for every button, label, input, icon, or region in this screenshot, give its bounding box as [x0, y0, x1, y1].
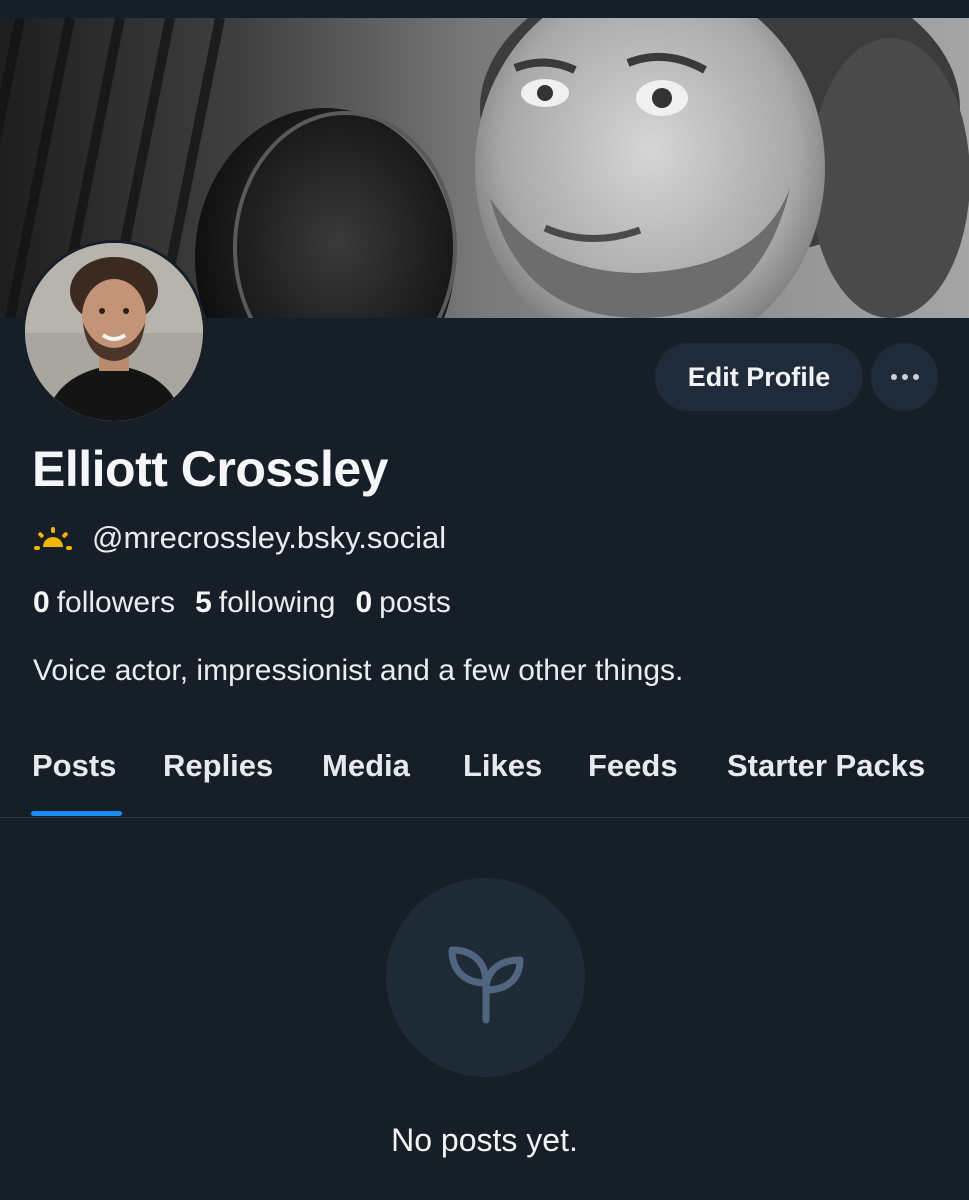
tab-feeds[interactable]: Feeds: [588, 748, 678, 784]
edit-profile-button[interactable]: Edit Profile: [655, 343, 863, 411]
posts-label: posts: [379, 586, 451, 619]
tab-posts[interactable]: Posts: [32, 748, 116, 784]
seedling-icon: [448, 946, 523, 1023]
tab-replies[interactable]: Replies: [163, 748, 273, 784]
posts-count: 0: [355, 586, 373, 619]
followers-label: followers: [56, 586, 176, 619]
sunrise-icon: [34, 527, 72, 550]
empty-state-message: No posts yet.: [391, 1122, 578, 1158]
ellipsis-icon: [890, 374, 919, 380]
following-label: following: [218, 586, 336, 619]
display-name: Elliott Crossley: [32, 441, 389, 497]
following-stat[interactable]: 5 following: [195, 586, 335, 620]
tab-media[interactable]: Media: [322, 748, 410, 784]
following-count: 5: [195, 586, 212, 619]
followers-stat[interactable]: 0 followers: [33, 586, 175, 620]
handle-row: @mrecrossley.bsky.social: [34, 520, 446, 556]
handle[interactable]: @mrecrossley.bsky.social: [92, 520, 446, 556]
avatar-photo: [25, 243, 203, 421]
more-options-button[interactable]: [871, 343, 938, 411]
empty-state-icon-circle: [386, 878, 585, 1077]
profile-page: Edit Profile Elliott Crossley @mrecrossl…: [0, 0, 969, 1200]
posts-stat: 0 posts: [355, 586, 450, 620]
active-tab-indicator: [31, 811, 122, 816]
top-strip: [0, 0, 969, 18]
profile-tabs: Posts Replies Media Likes Feeds Starter …: [0, 740, 969, 818]
tab-likes[interactable]: Likes: [463, 748, 542, 784]
profile-stats: 0 followers 5 following 0 posts: [33, 586, 471, 620]
followers-count: 0: [33, 586, 50, 619]
profile-bio: Voice actor, impressionist and a few oth…: [33, 654, 684, 687]
tab-starter-packs[interactable]: Starter Packs: [727, 748, 925, 784]
avatar[interactable]: [22, 240, 206, 424]
